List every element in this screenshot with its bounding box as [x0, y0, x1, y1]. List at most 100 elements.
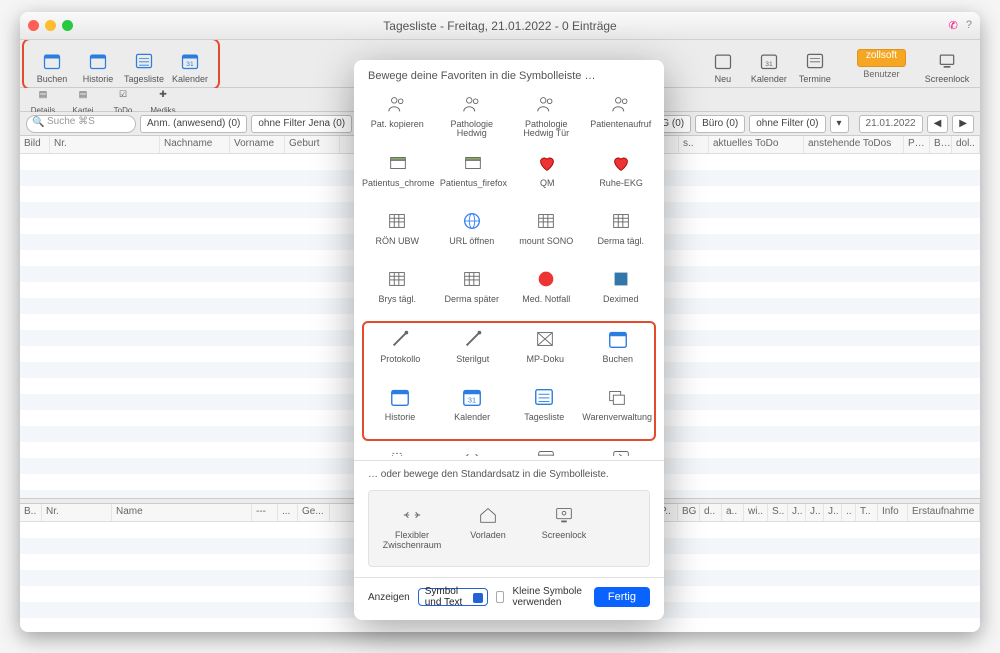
- small-icons-checkbox[interactable]: [496, 591, 504, 603]
- col-vorname[interactable]: Vorname: [230, 136, 285, 153]
- filter-button[interactable]: Anm. (anwesend) (0): [140, 115, 247, 133]
- palette-item-med-notfall[interactable]: Med. Notfall: [509, 263, 584, 321]
- palette-item-mount-sono[interactable]: mount SONO: [509, 205, 584, 263]
- calendar31-icon: 31: [179, 50, 201, 72]
- card-icon: ▤: [32, 85, 54, 104]
- palette-item-qm[interactable]: QM: [510, 147, 584, 205]
- kalender-button[interactable]: 31 Kalender: [168, 44, 212, 84]
- col-geburt[interactable]: Geburt: [285, 136, 340, 153]
- historie-button[interactable]: Historie: [76, 44, 120, 84]
- display-mode-select[interactable]: Symbol und Text: [418, 588, 489, 606]
- heart-icon: [534, 151, 560, 175]
- next-day-button[interactable]: ▶: [952, 115, 974, 133]
- kartei-button[interactable]: ▤Kartei: [66, 85, 100, 115]
- col-bild[interactable]: Bild: [20, 136, 50, 153]
- palette-item-tagesliste[interactable]: Tagesliste: [508, 381, 580, 439]
- minimize-window-button[interactable]: [45, 20, 56, 31]
- tagesliste-button[interactable]: Tagesliste: [122, 44, 166, 84]
- filter-button[interactable]: ohne Filter (0): [749, 115, 825, 133]
- list-icon: [804, 50, 826, 72]
- palette-item-brys-t-gl-[interactable]: Brys tägl.: [360, 263, 435, 321]
- palette-item-patientenaufruf[interactable]: Patientenaufruf: [584, 88, 659, 147]
- col-anstehende-todos[interactable]: anstehende ToDos: [804, 136, 904, 153]
- window-title: Tagesliste - Freitag, 21.01.2022 - 0 Ein…: [28, 19, 972, 33]
- kalender2-button[interactable]: 31 Kalender: [747, 44, 791, 84]
- square-icon: [608, 267, 634, 291]
- close-window-button[interactable]: [28, 20, 39, 31]
- palette-item-sterilgut[interactable]: Sterilgut: [437, 323, 510, 381]
- prev-day-button[interactable]: ◀: [927, 115, 949, 133]
- wand-icon: [387, 327, 413, 351]
- palette-item-r-n-ubw[interactable]: RÖN UBW: [360, 205, 435, 263]
- palette-item-derma-sp-ter[interactable]: Derma später: [435, 263, 510, 321]
- zoom-window-button[interactable]: [62, 20, 73, 31]
- termine-button[interactable]: Termine: [793, 44, 837, 84]
- palette-item-url-ffnen[interactable]: URL öffnen: [435, 205, 510, 263]
- palette-item-patientus-chrome[interactable]: Patientus_chrome: [360, 147, 437, 205]
- calendar-icon: [41, 50, 63, 72]
- default-item-flexibler-zwischenraum[interactable]: Flexibler Zwischenraum: [377, 499, 447, 558]
- sheet-footer: Anzeigen Symbol und Text Kleine Symbole …: [354, 577, 664, 620]
- default-item-vorladen[interactable]: Vorladen: [453, 499, 523, 558]
- default-item-screenlock[interactable]: Screenlock: [529, 499, 599, 558]
- toolbar-right-group: Neu 31 Kalender Termine: [697, 42, 841, 86]
- palette-item-historie[interactable]: Historie: [364, 381, 436, 439]
- plus-icon: ✚: [152, 85, 174, 104]
- sheet-std-label: … oder bewege den Standardsatz in die Sy…: [354, 461, 664, 484]
- lock-icon: [936, 50, 958, 72]
- zollsoft-button[interactable]: zollsoft: [857, 49, 906, 67]
- palette-item-ruhe-ekg[interactable]: Ruhe-EKG: [584, 147, 658, 205]
- palette-item-protokollo[interactable]: Protokollo: [364, 323, 437, 381]
- palette-item-flexibler-zwischenraum[interactable]: Flexibler Zwischenraum: [435, 441, 510, 456]
- people-icon: [533, 92, 559, 116]
- done-button[interactable]: Fertig: [594, 587, 650, 607]
- palette-item-pathologie-hedwig-t-r[interactable]: Pathologie Hedwig Tür: [509, 88, 584, 147]
- svg-text:31: 31: [186, 61, 194, 68]
- palette-item-n-chstes[interactable]: nächstes: [584, 441, 659, 456]
- palette-item-kalender[interactable]: 31Kalender: [436, 381, 508, 439]
- heart-icon: [608, 151, 634, 175]
- calendar-icon: [605, 327, 631, 351]
- check-icon: ☑: [112, 85, 134, 104]
- show-label: Anzeigen: [368, 592, 410, 603]
- people-icon: [608, 92, 634, 116]
- filter-button[interactable]: Büro (0): [695, 115, 745, 133]
- palette-item-pat-kopieren[interactable]: Pat. kopieren: [360, 88, 435, 147]
- palette-item-warenverwaltung[interactable]: Warenverwaltung: [580, 381, 654, 439]
- col-pr[interactable]: Pr...: [904, 136, 930, 153]
- svg-text:31: 31: [765, 61, 773, 68]
- default-set-box[interactable]: Flexibler ZwischenraumVorladenScreenlock: [368, 490, 650, 567]
- space-icon: [384, 445, 410, 456]
- palette-item-pathologie-hedwig[interactable]: Pathologie Hedwig: [435, 88, 510, 147]
- palette-item-mp-doku[interactable]: MP-Doku: [509, 323, 582, 381]
- palette-item-deximed[interactable]: Deximed: [584, 263, 659, 321]
- palette-item-zwischenraum[interactable]: Zwischenraum: [360, 441, 435, 456]
- details-button[interactable]: ▤Details: [26, 85, 60, 115]
- col-bg[interactable]: BG: [930, 136, 952, 153]
- help-icon[interactable]: ?: [966, 19, 972, 32]
- todo-button[interactable]: ☑ToDo: [106, 85, 140, 115]
- col-nachname[interactable]: Nachname: [160, 136, 230, 153]
- buchen-button[interactable]: Buchen: [30, 44, 74, 84]
- filter-dropdown[interactable]: ▾: [830, 115, 849, 133]
- palette-item-derma-t-gl-[interactable]: Derma tägl.: [584, 205, 659, 263]
- house-icon: [475, 503, 501, 527]
- palette-item-buchen[interactable]: Buchen: [582, 323, 655, 381]
- col-dol[interactable]: dol..: [952, 136, 980, 153]
- screenlock-button[interactable]: Screenlock: [920, 44, 974, 84]
- mediks-button[interactable]: ✚Mediks: [146, 85, 180, 115]
- search-input[interactable]: Suche ⌘S: [26, 115, 136, 133]
- date-field[interactable]: 21.01.2022: [859, 115, 923, 133]
- flexspace-icon: [399, 503, 425, 527]
- neu-button[interactable]: Neu: [701, 44, 745, 84]
- col-s[interactable]: s..: [679, 136, 709, 153]
- palette-item-patientus-firefox[interactable]: Patientus_firefox: [437, 147, 511, 205]
- people-icon: [384, 92, 410, 116]
- flexspace-icon: [459, 445, 485, 456]
- calendar-icon: [712, 50, 734, 72]
- col-nr[interactable]: Nr.: [50, 136, 160, 153]
- filter-button[interactable]: ohne Filter Jena (0): [251, 115, 352, 133]
- palette-item-kartei[interactable]: Kartei: [509, 441, 584, 456]
- col-aktuelles-todo[interactable]: aktuelles ToDo: [709, 136, 804, 153]
- phone-icon[interactable]: ✆: [949, 19, 958, 32]
